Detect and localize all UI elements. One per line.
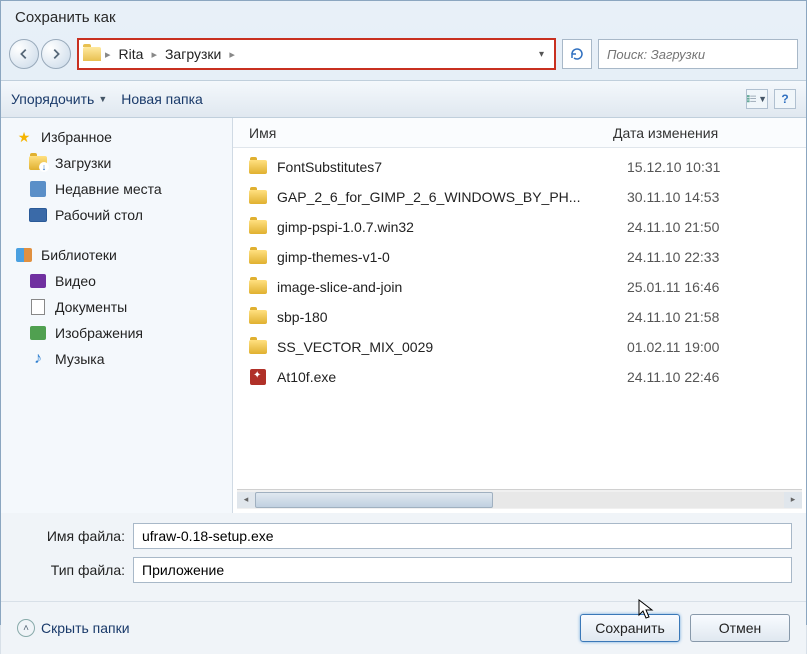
folder-icon — [249, 338, 267, 356]
filetype-label: Тип файла: — [15, 562, 133, 578]
search-box[interactable] — [598, 39, 798, 69]
folder-icon — [249, 248, 267, 266]
help-button[interactable]: ? — [774, 89, 796, 109]
file-date: 25.01.11 16:46 — [627, 279, 719, 295]
file-row[interactable]: GAP_2_6_for_GIMP_2_6_WINDOWS_BY_PH...30.… — [233, 182, 806, 212]
window-title: Сохранить как — [1, 1, 806, 34]
address-dropdown-icon[interactable]: ▾ — [533, 49, 550, 60]
cancel-button[interactable]: Отмен — [690, 614, 790, 642]
column-headers: Имя Дата изменения — [233, 118, 806, 148]
sidebar-desktop[interactable]: Рабочий стол — [1, 202, 232, 228]
folder-icon — [249, 278, 267, 296]
file-name: sbp-180 — [277, 309, 627, 325]
recent-icon — [30, 181, 46, 197]
organize-button[interactable]: Упорядочить ▼ — [11, 91, 107, 107]
nav-bar: ▸ Rita ▸ Загрузки ▸ ▾ — [1, 34, 806, 74]
file-name: image-slice-and-join — [277, 279, 627, 295]
sidebar-music[interactable]: ♪ Музыка — [1, 346, 232, 372]
file-row[interactable]: SS_VECTOR_MIX_002901.02.11 19:00 — [233, 332, 806, 362]
desktop-icon — [29, 208, 47, 222]
address-bar[interactable]: ▸ Rita ▸ Загрузки ▸ ▾ — [77, 38, 556, 70]
file-date: 24.11.10 22:33 — [627, 249, 719, 265]
chevron-right-icon: ▸ — [229, 48, 235, 61]
sidebar: ★ Избранное Загрузки Недавние места Рабо… — [1, 118, 233, 513]
list-view-icon — [747, 93, 756, 105]
scroll-left-icon[interactable]: ◂ — [237, 492, 255, 508]
folder-icon — [249, 158, 267, 176]
file-date: 30.11.10 14:53 — [627, 189, 719, 205]
file-list-area: Имя Дата изменения FontSubstitutes715.12… — [233, 118, 806, 513]
sidebar-recent[interactable]: Недавние места — [1, 176, 232, 202]
hide-folders-button[interactable]: ˄ Скрыть папки — [17, 619, 130, 637]
music-icon: ♪ — [29, 350, 47, 368]
arrow-right-icon — [49, 47, 63, 61]
save-as-dialog: Сохранить как ▸ Rita ▸ Загрузки ▸ ▾ — [0, 0, 807, 625]
breadcrumb-segment[interactable]: Загрузки — [161, 46, 225, 62]
help-icon: ? — [781, 92, 788, 106]
sidebar-downloads[interactable]: Загрузки — [1, 150, 232, 176]
horizontal-scrollbar[interactable]: ◂ ▸ — [237, 489, 802, 509]
file-list[interactable]: FontSubstitutes715.12.10 10:31GAP_2_6_fo… — [233, 148, 806, 489]
star-icon: ★ — [15, 128, 33, 146]
file-name: gimp-themes-v1-0 — [277, 249, 627, 265]
column-name[interactable]: Имя — [243, 125, 613, 141]
file-row[interactable]: gimp-themes-v1-024.11.10 22:33 — [233, 242, 806, 272]
filename-panel: Имя файла: Тип файла: Приложение — [1, 513, 806, 601]
file-name: GAP_2_6_for_GIMP_2_6_WINDOWS_BY_PH... — [277, 189, 627, 205]
file-row[interactable]: At10f.exe24.11.10 22:46 — [233, 362, 806, 392]
refresh-icon — [569, 46, 585, 62]
save-button[interactable]: Сохранить — [580, 614, 680, 642]
chevron-up-icon: ˄ — [17, 619, 35, 637]
sidebar-libraries[interactable]: Библиотеки — [1, 242, 232, 268]
back-button[interactable] — [9, 39, 39, 69]
folder-icon — [83, 47, 101, 61]
file-row[interactable]: gimp-pspi-1.0.7.win3224.11.10 21:50 — [233, 212, 806, 242]
column-date[interactable]: Дата изменения — [613, 125, 806, 141]
pictures-icon — [30, 326, 46, 340]
filetype-combo[interactable]: Приложение — [133, 557, 792, 583]
folder-icon — [249, 188, 267, 206]
dialog-footer: ˄ Скрыть папки Сохранить Отмен — [1, 601, 806, 654]
sidebar-documents[interactable]: Документы — [1, 294, 232, 320]
video-icon — [30, 274, 46, 288]
file-name: At10f.exe — [277, 369, 627, 385]
document-icon — [31, 299, 45, 315]
chevron-down-icon: ▼ — [758, 94, 767, 104]
filename-input[interactable] — [133, 523, 792, 549]
folder-icon — [249, 218, 267, 236]
file-date: 24.11.10 22:46 — [627, 369, 719, 385]
file-row[interactable]: FontSubstitutes715.12.10 10:31 — [233, 152, 806, 182]
exe-icon — [249, 368, 267, 386]
folder-icon — [249, 308, 267, 326]
chevron-down-icon: ▼ — [98, 94, 107, 104]
refresh-button[interactable] — [562, 39, 592, 69]
file-row[interactable]: image-slice-and-join25.01.11 16:46 — [233, 272, 806, 302]
file-date: 24.11.10 21:50 — [627, 219, 719, 235]
file-row[interactable]: sbp-18024.11.10 21:58 — [233, 302, 806, 332]
toolbar: Упорядочить ▼ Новая папка ▼ ? — [1, 80, 806, 118]
sidebar-videos[interactable]: Видео — [1, 268, 232, 294]
sidebar-favorites[interactable]: ★ Избранное — [1, 124, 232, 150]
file-name: FontSubstitutes7 — [277, 159, 627, 175]
breadcrumb-segment[interactable]: Rita — [115, 46, 148, 62]
file-date: 01.02.11 19:00 — [627, 339, 719, 355]
view-mode-button[interactable]: ▼ — [746, 89, 768, 109]
chevron-right-icon: ▸ — [105, 48, 111, 61]
new-folder-button[interactable]: Новая папка — [121, 91, 203, 107]
downloads-icon — [29, 156, 47, 170]
file-date: 24.11.10 21:58 — [627, 309, 719, 325]
arrow-left-icon — [17, 47, 31, 61]
scroll-thumb[interactable] — [255, 492, 493, 508]
file-date: 15.12.10 10:31 — [627, 159, 720, 175]
chevron-right-icon: ▸ — [151, 48, 157, 61]
file-name: gimp-pspi-1.0.7.win32 — [277, 219, 627, 235]
file-name: SS_VECTOR_MIX_0029 — [277, 339, 627, 355]
forward-button[interactable] — [41, 39, 71, 69]
filename-label: Имя файла: — [15, 528, 133, 544]
libraries-icon — [16, 248, 32, 262]
scroll-right-icon[interactable]: ▸ — [784, 492, 802, 508]
search-input[interactable] — [607, 47, 789, 62]
sidebar-pictures[interactable]: Изображения — [1, 320, 232, 346]
